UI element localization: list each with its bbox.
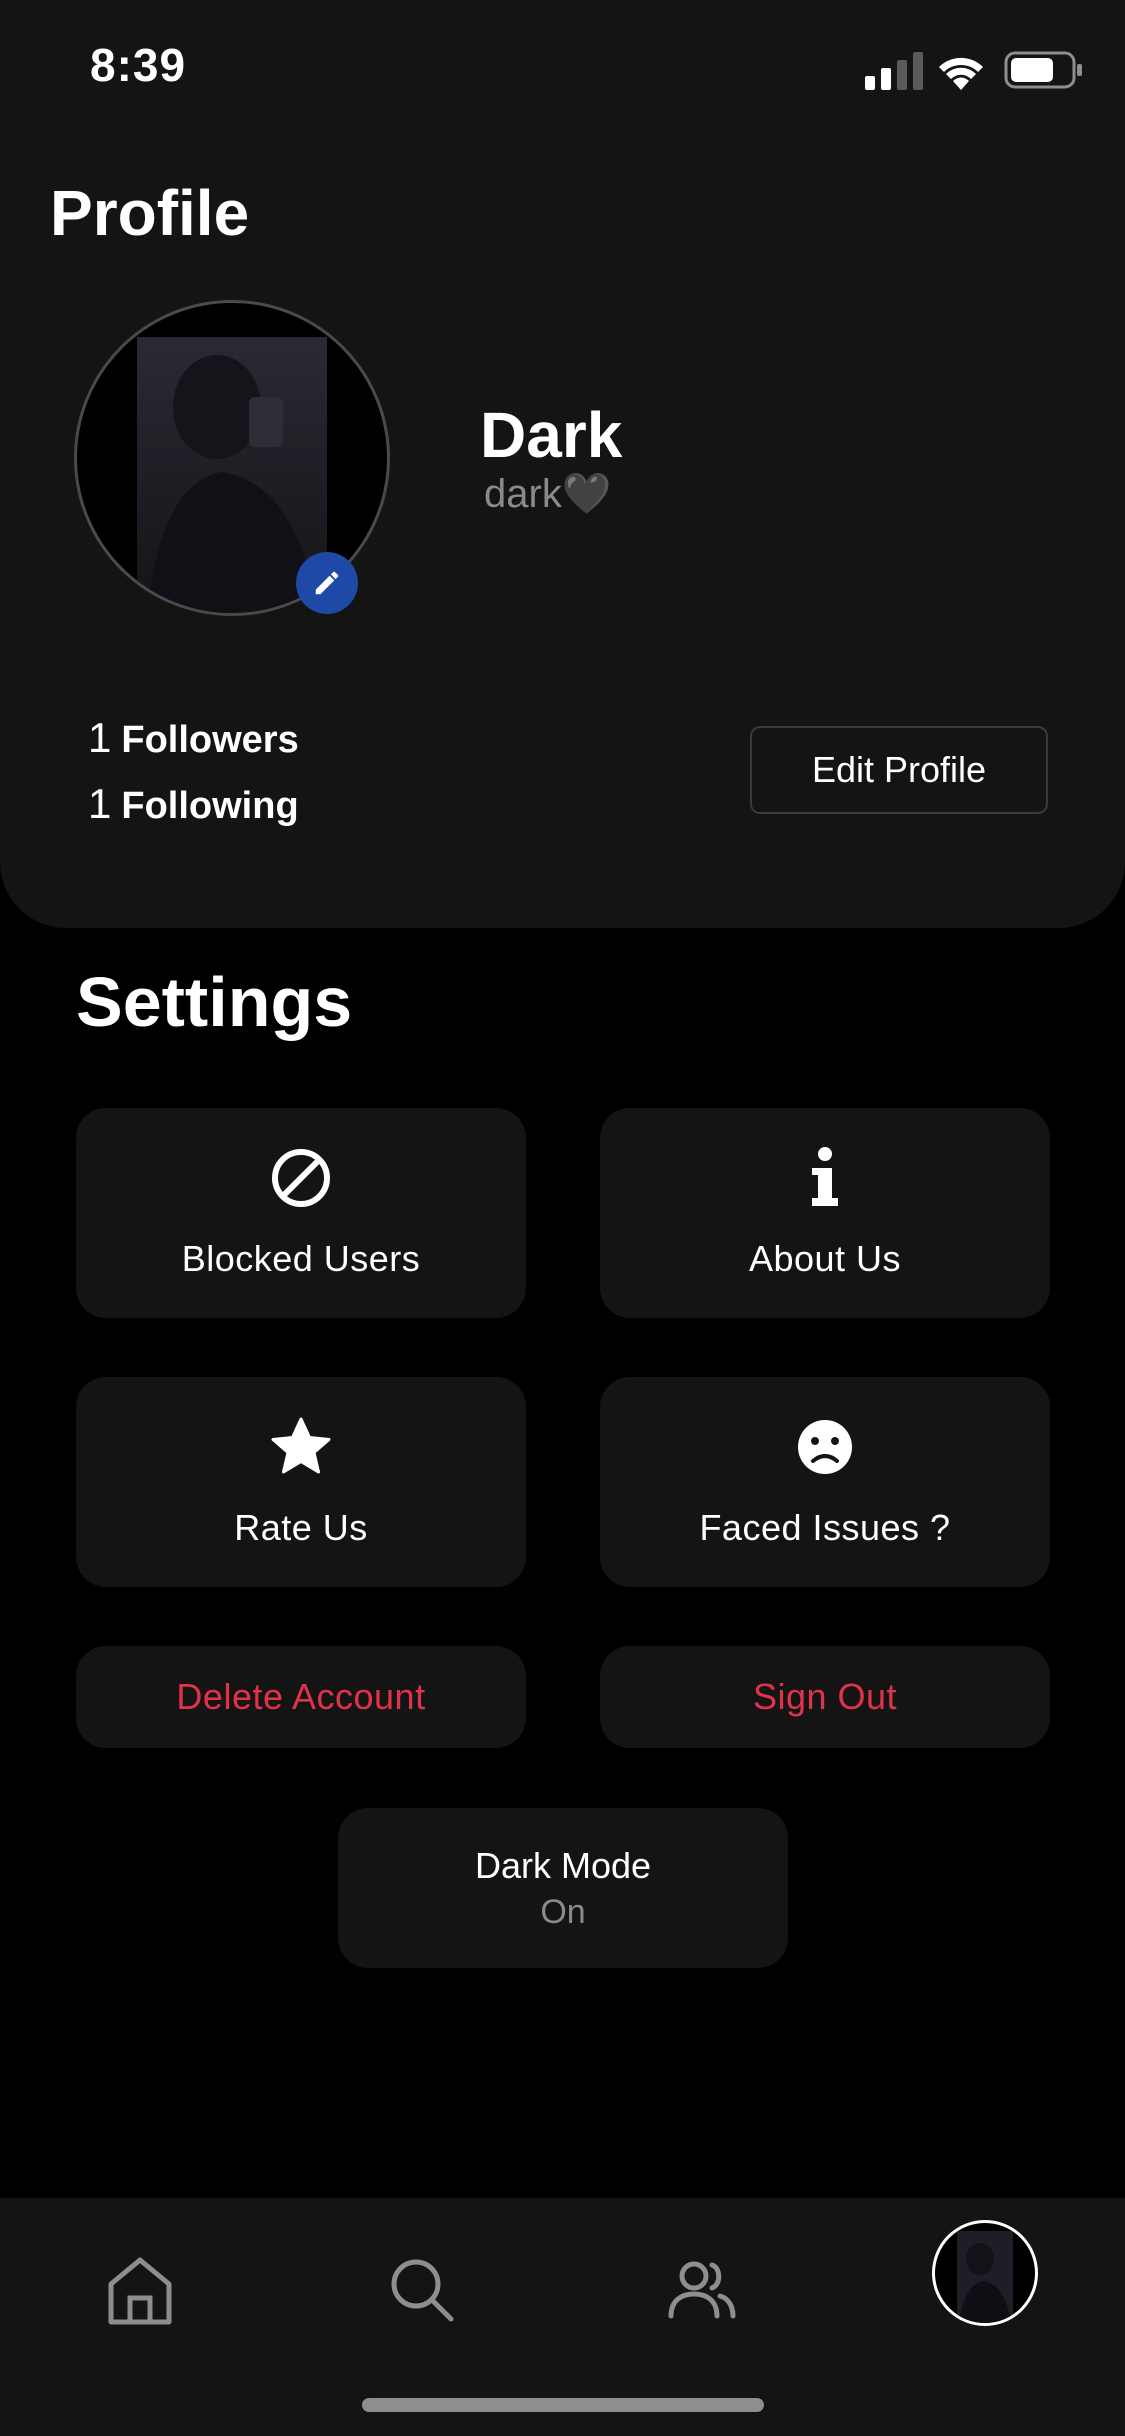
blocked-users-label: Blocked Users xyxy=(181,1238,421,1279)
status-time: 8:39 xyxy=(90,39,187,91)
followers-stat[interactable]: 1 Followers xyxy=(88,714,299,762)
rate-us-label: Rate Us xyxy=(234,1507,368,1548)
home-indicator xyxy=(362,2398,764,2412)
rate-us-tile[interactable]: Rate Us xyxy=(76,1377,526,1587)
faced-issues-label: Faced Issues ? xyxy=(699,1507,951,1548)
dark-mode-toggle[interactable]: Dark Mode On xyxy=(338,1808,788,1968)
star-icon xyxy=(271,1417,331,1474)
followers-label: Followers xyxy=(121,719,299,761)
page-title: Profile xyxy=(50,177,250,249)
tab-home[interactable] xyxy=(90,2240,190,2340)
following-label: Following xyxy=(121,785,299,827)
delete-account-label: Delete Account xyxy=(176,1676,426,1717)
pencil-icon xyxy=(315,571,339,595)
cellular-signal-icon xyxy=(865,52,923,90)
info-icon xyxy=(812,1147,838,1206)
battery-icon xyxy=(1004,51,1082,89)
settings-title: Settings xyxy=(76,963,353,1041)
faced-issues-tile[interactable]: Faced Issues ? xyxy=(600,1377,1050,1587)
dark-mode-state: On xyxy=(540,1892,586,1931)
tab-search[interactable] xyxy=(372,2240,472,2340)
avatar-thumbnail xyxy=(957,2231,1013,2323)
about-us-label: About Us xyxy=(748,1238,902,1279)
following-count: 1 xyxy=(88,780,112,827)
tab-profile-avatar[interactable] xyxy=(932,2220,1038,2326)
following-stat[interactable]: 1 Following xyxy=(88,780,299,828)
tab-people[interactable] xyxy=(652,2240,752,2340)
about-us-tile[interactable]: About Us xyxy=(600,1108,1050,1318)
status-icons xyxy=(865,51,1082,90)
wifi-icon xyxy=(939,57,983,90)
delete-account-button[interactable]: Delete Account xyxy=(76,1646,526,1748)
home-icon xyxy=(108,2257,172,2325)
sign-out-button[interactable]: Sign Out xyxy=(600,1646,1050,1748)
blocked-users-tile[interactable]: Blocked Users xyxy=(76,1108,526,1318)
sign-out-label: Sign Out xyxy=(752,1676,898,1717)
edit-profile-button[interactable]: Edit Profile xyxy=(750,726,1048,814)
followers-count: 1 xyxy=(88,714,112,761)
status-bar: 8:39 xyxy=(0,0,1125,130)
user-name: Dark xyxy=(480,399,623,471)
sad-face-icon xyxy=(798,1420,852,1474)
people-icon xyxy=(668,2261,736,2319)
block-icon xyxy=(272,1149,330,1207)
dark-mode-label: Dark Mode xyxy=(474,1844,652,1886)
search-icon xyxy=(391,2259,454,2322)
edit-avatar-button[interactable] xyxy=(296,552,358,614)
user-handle: dark🖤 xyxy=(484,472,612,516)
profile-card: Profile Dark dark🖤 1 Followers 1 Following… xyxy=(0,0,1125,928)
